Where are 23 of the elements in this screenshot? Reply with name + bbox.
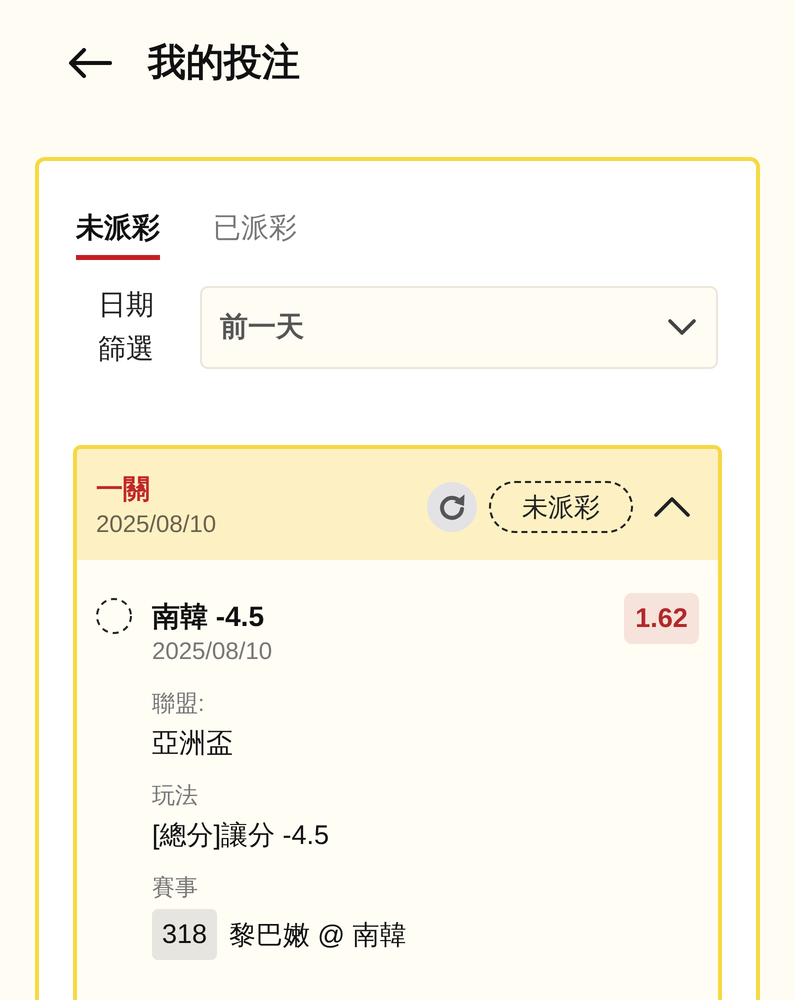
- bet-type: 一關: [96, 473, 151, 506]
- match-number: 318: [152, 909, 217, 960]
- field-label: 賽事: [152, 873, 198, 902]
- field-value: [總分]讓分 -4.5: [152, 819, 330, 852]
- page-title: 我的投注: [148, 41, 300, 86]
- bet-date: 2025/08/10: [96, 510, 216, 540]
- tab[interactable]: 未派彩: [76, 210, 160, 260]
- chevron-up-icon[interactable]: [654, 497, 690, 517]
- back-arrow-icon[interactable]: [68, 48, 112, 78]
- date-dropdown[interactable]: 前一天: [200, 286, 718, 368]
- odds-value: 1.62: [624, 593, 699, 644]
- selection-name: 南韓 -4.5: [152, 600, 264, 634]
- status-label: 未派彩: [489, 481, 633, 533]
- dashed-circle-icon: [95, 597, 133, 635]
- field-value: 黎巴嫩 @ 南韓: [229, 918, 406, 952]
- match-date: 2025/08/10: [152, 637, 272, 667]
- refresh-icon[interactable]: [427, 482, 477, 532]
- chevron-down-icon: [668, 319, 696, 335]
- field-label: 聯盟:: [152, 689, 204, 718]
- field-value: 亞洲盃: [152, 727, 233, 760]
- filter-label: 日期篩選: [98, 288, 155, 366]
- field-label: 玩法: [152, 781, 198, 810]
- tab[interactable]: 已派彩: [213, 210, 297, 260]
